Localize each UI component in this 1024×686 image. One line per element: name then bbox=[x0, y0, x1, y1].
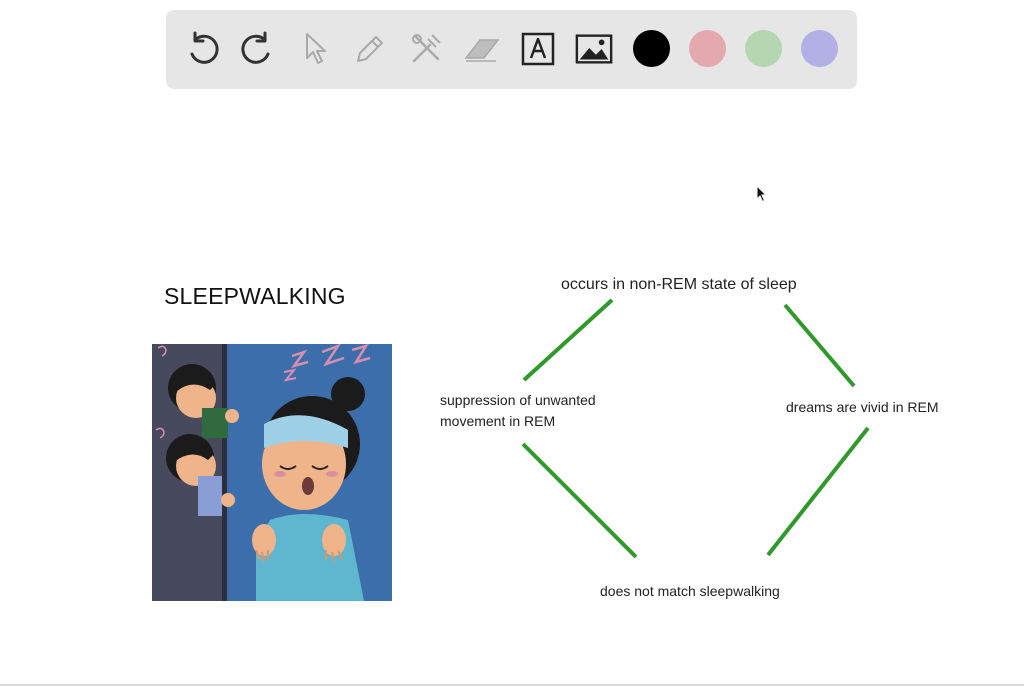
tools-icon bbox=[412, 34, 441, 63]
connector-bottom-right bbox=[766, 426, 870, 557]
color-swatch-black[interactable] bbox=[633, 30, 670, 67]
diagram-label-right: dreams are vivid in REM bbox=[786, 399, 939, 415]
mouse-cursor-icon bbox=[756, 184, 768, 208]
undo-icon bbox=[190, 31, 219, 64]
image-icon bbox=[575, 34, 613, 64]
eraser-icon bbox=[464, 39, 500, 62]
diagram-label-bottom: does not match sleepwalking bbox=[600, 583, 780, 599]
eraser-button[interactable] bbox=[462, 29, 502, 69]
diagram-label-top: occurs in non-REM state of sleep bbox=[561, 276, 797, 293]
undo-button[interactable] bbox=[182, 29, 222, 69]
color-swatch-lavender[interactable] bbox=[801, 30, 838, 67]
text-box-icon bbox=[521, 32, 555, 66]
sleepwalking-title: SLEEPWALKING bbox=[164, 283, 346, 309]
redo-icon bbox=[241, 31, 270, 64]
connector-top-right bbox=[783, 303, 856, 388]
image-button[interactable] bbox=[574, 29, 614, 69]
connector-bottom-left bbox=[521, 442, 638, 559]
color-swatch-pink[interactable] bbox=[689, 30, 726, 67]
toolbar bbox=[166, 10, 857, 89]
select-button[interactable] bbox=[294, 29, 334, 69]
pencil-button[interactable] bbox=[350, 29, 390, 69]
pencil-icon bbox=[357, 36, 383, 62]
connector-top-left bbox=[522, 298, 614, 382]
sleepwalking-illustration bbox=[152, 344, 392, 601]
redo-button[interactable] bbox=[238, 29, 278, 69]
select-pointer-icon bbox=[306, 33, 326, 64]
diagram-label-left: suppression of unwanted movement in REM bbox=[440, 392, 596, 429]
tools-button[interactable] bbox=[406, 29, 446, 69]
text-button[interactable] bbox=[518, 29, 558, 69]
color-swatch-green[interactable] bbox=[745, 30, 782, 67]
